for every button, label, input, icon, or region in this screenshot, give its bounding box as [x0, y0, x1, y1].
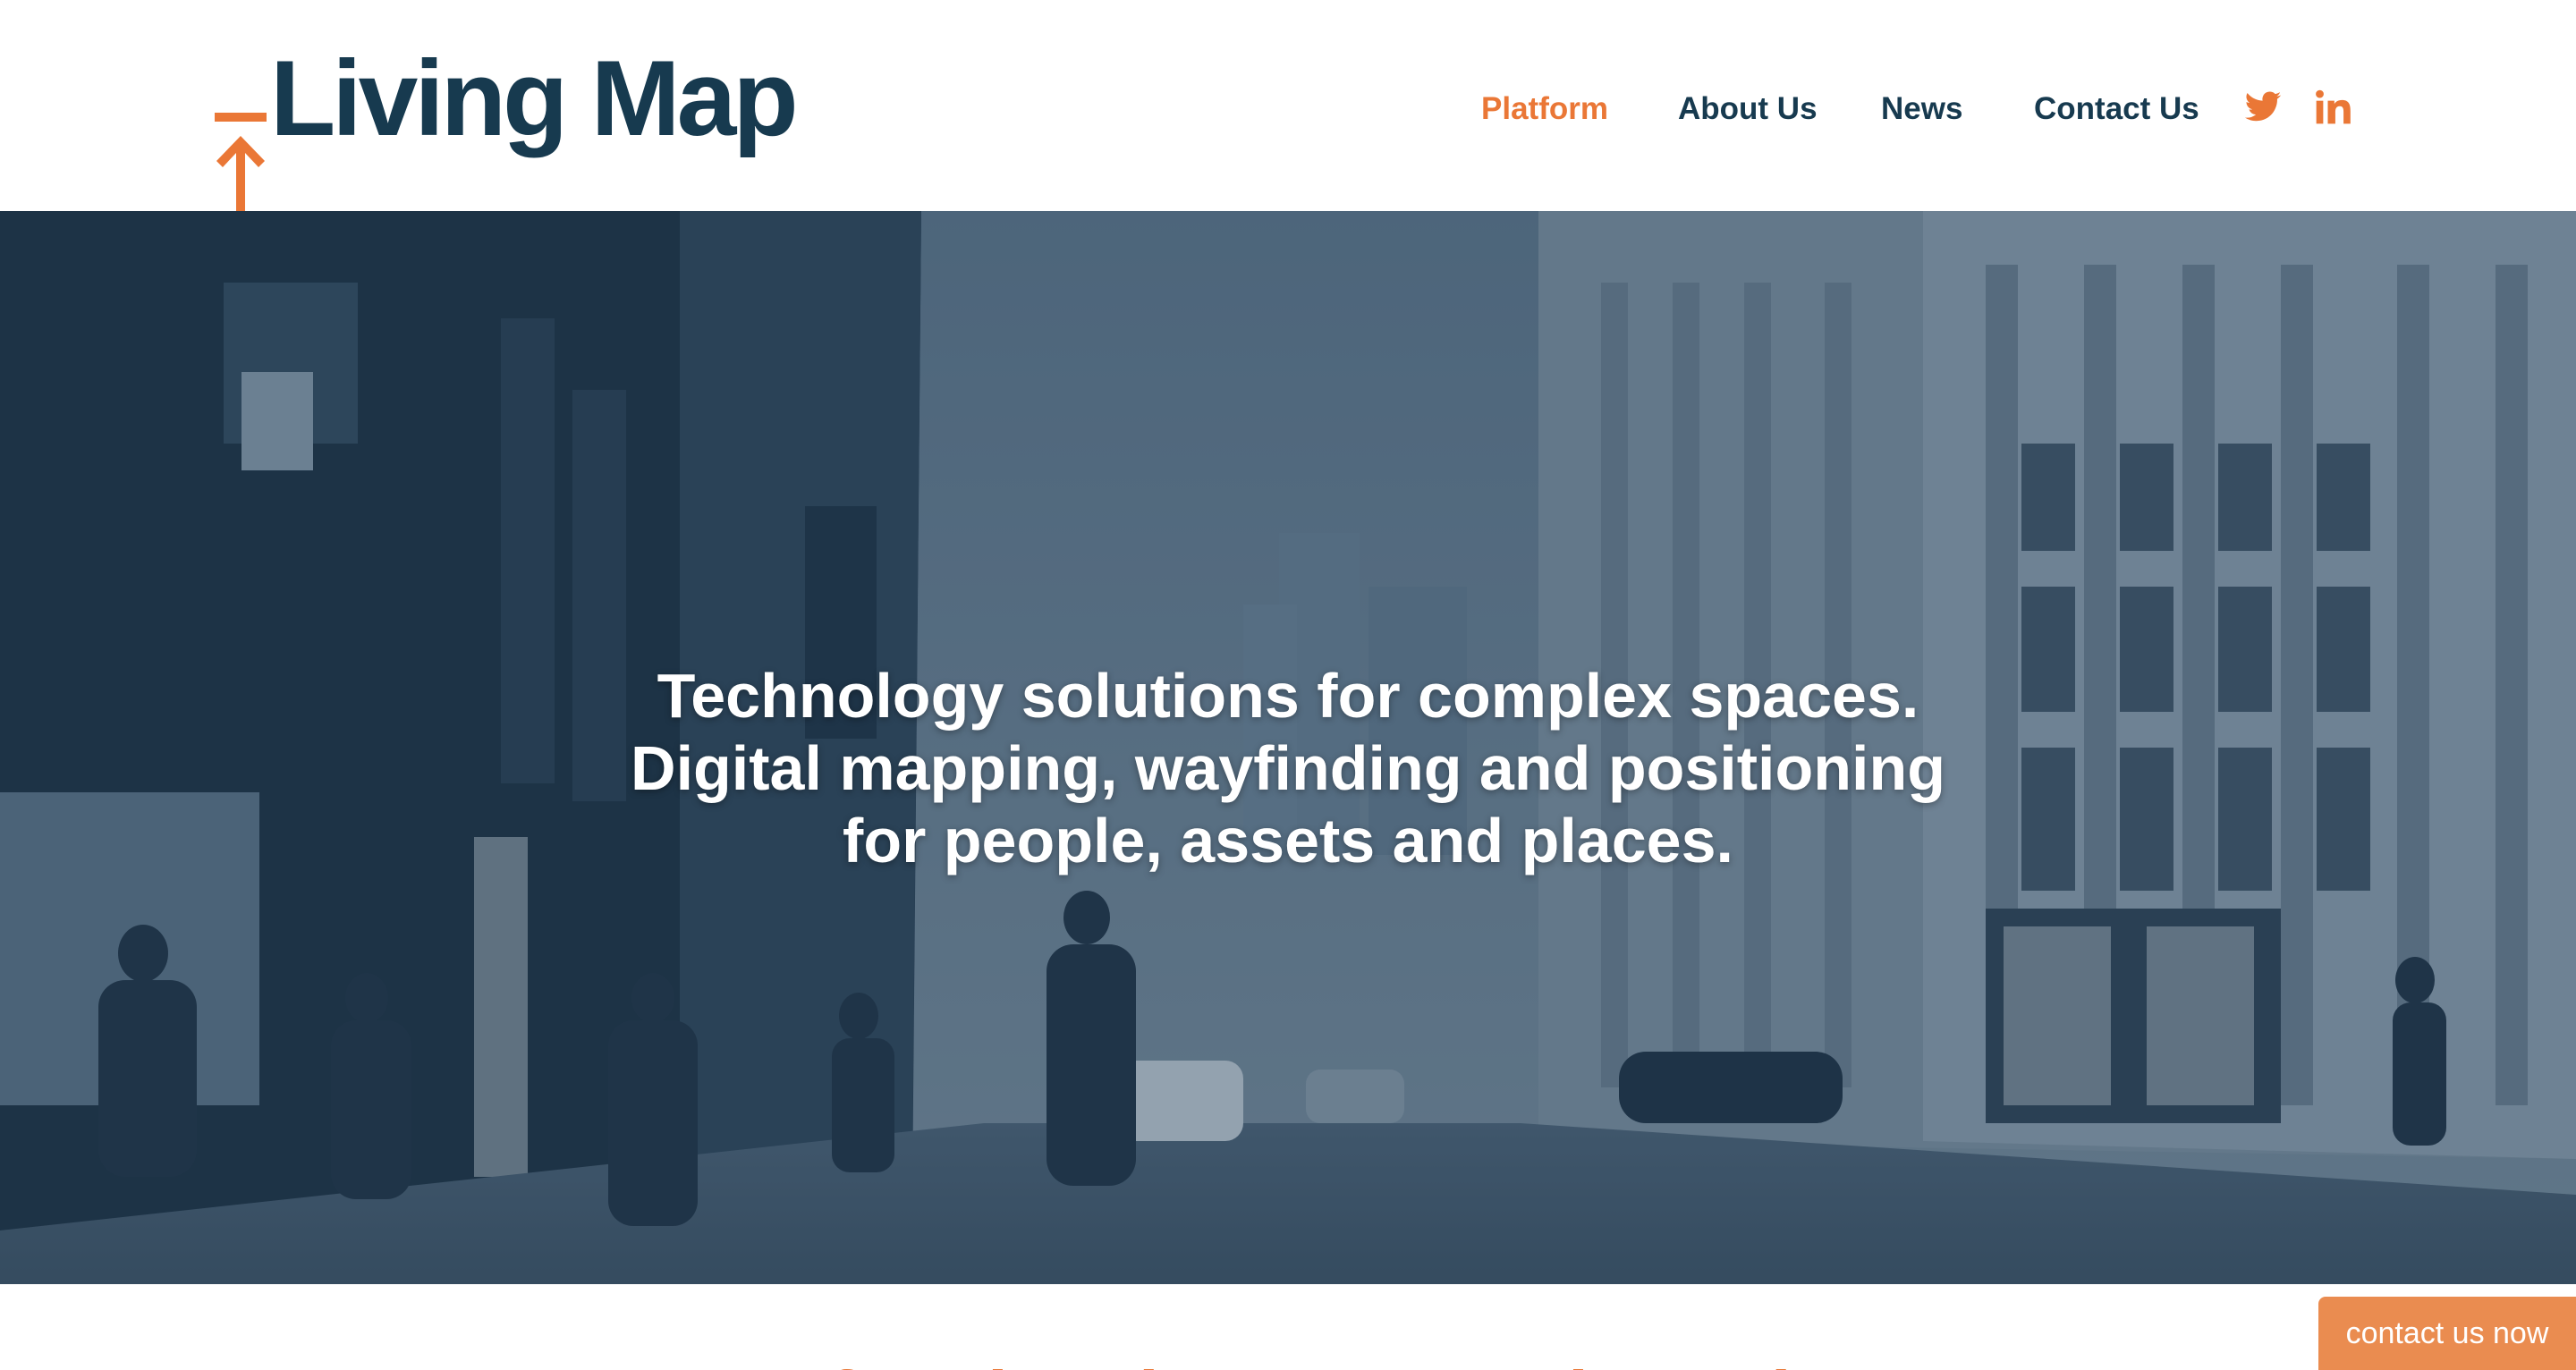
nav-item-news[interactable]: News [1881, 82, 1962, 136]
twitter-icon[interactable] [2243, 88, 2283, 127]
hero-heading: Technology solutions for complex spaces.… [483, 660, 2093, 877]
nav-item-about-us[interactable]: About Us [1678, 82, 1818, 136]
hero-line: Technology solutions for complex spaces. [657, 661, 1919, 731]
linkedin-icon[interactable] [2313, 88, 2352, 127]
section-title: Transforming the way people navigate [0, 1356, 2576, 1370]
nav-item-platform[interactable]: Platform [1481, 82, 1608, 136]
hero-line: Digital mapping, wayfinding and position… [631, 733, 1945, 803]
main-nav: Platform About Us News Contact Us [0, 82, 2576, 136]
intro-section: Transforming the way people navigate [0, 1284, 2576, 1370]
hero-line: for people, assets and places. [843, 806, 1733, 875]
site-header: Living Map Platform About Us News Contac… [0, 0, 2576, 227]
hero-banner: Technology solutions for complex spaces.… [0, 211, 2576, 1284]
nav-item-contact-us[interactable]: Contact Us [2034, 82, 2199, 136]
contact-us-now-button[interactable]: contact us now [2318, 1297, 2576, 1370]
